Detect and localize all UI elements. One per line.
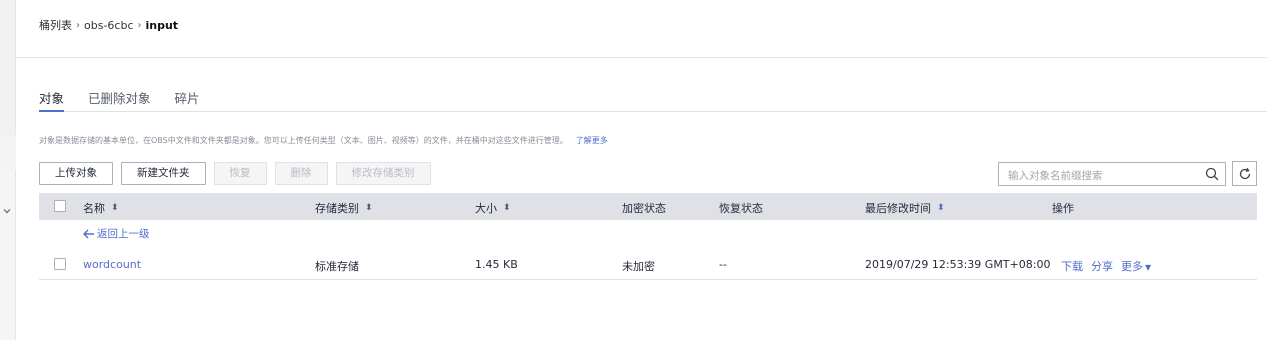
tab-deleted-objects[interactable]: 已删除对象 (88, 88, 151, 111)
search-icon[interactable] (1205, 167, 1219, 181)
sidebar-segment (0, 0, 16, 135)
column-last-modified[interactable]: 最后修改时间 ⬍ (865, 200, 945, 216)
search-placeholder: 输入对象名前缀搜索 (1008, 170, 1103, 182)
storage-class-cell: 标准存储 (315, 260, 359, 273)
header-divider (16, 57, 1267, 58)
delete-button[interactable]: 删除 (274, 162, 328, 185)
restore-status-cell: -- (719, 258, 727, 271)
refresh-icon (1239, 167, 1251, 180)
restore-button[interactable]: 恢复 (213, 162, 267, 185)
chevron-down-icon[interactable] (1, 205, 13, 217)
tab-fragments[interactable]: 碎片 (175, 88, 200, 111)
sort-icon[interactable]: ⬍ (111, 203, 119, 213)
select-all-checkbox[interactable] (54, 200, 66, 212)
encryption-cell: 未加密 (622, 260, 655, 273)
new-folder-button[interactable]: 新建文件夹 (121, 162, 206, 185)
refresh-button[interactable] (1232, 161, 1257, 186)
breadcrumb-separator-icon: › (137, 19, 142, 31)
tab-objects[interactable]: 对象 (39, 88, 65, 112)
caret-down-icon: ▼ (1145, 263, 1152, 272)
object-name-link[interactable]: wordcount (83, 258, 141, 271)
column-size-label: 大小 (475, 202, 497, 215)
column-encryption-label: 加密状态 (622, 202, 666, 215)
upload-object-button[interactable]: 上传对象 (39, 162, 113, 185)
description-text: 对象是数据存储的基本单位，在OBS中文件和文件夹都是对象。您可以上传任何类型（文… (39, 136, 568, 145)
object-tabs: 对象 已删除对象 碎片 (39, 88, 1267, 112)
column-name-label: 名称 (83, 202, 105, 215)
sidebar-segment (0, 170, 16, 340)
column-restore-status: 恢复状态 (719, 200, 763, 216)
more-label: 更多 (1121, 260, 1143, 273)
column-storage-class[interactable]: 存储类别 ⬍ (315, 200, 373, 216)
table-header: 名称 ⬍ 存储类别 ⬍ 大小 ⬍ 加密状态 恢复状态 最后修改时间 ⬍ 操作 (39, 193, 1257, 220)
column-name[interactable]: 名称 ⬍ (83, 200, 119, 216)
toolbar: 上传对象 新建文件夹 恢复 删除 修改存储类别 (39, 162, 439, 186)
row-actions: 下载 分享 更多 ▼ (1061, 258, 1151, 274)
breadcrumb-current: input (145, 18, 179, 32)
row-checkbox[interactable] (54, 258, 66, 270)
column-modified-label: 最后修改时间 (865, 202, 931, 215)
page-description: 对象是数据存储的基本单位，在OBS中文件和文件夹都是对象。您可以上传任何类型（文… (39, 135, 608, 146)
left-sidebar-strip (0, 0, 16, 340)
breadcrumb-bucket-list[interactable]: 桶列表 (39, 17, 72, 33)
column-actions: 操作 (1052, 200, 1074, 216)
breadcrumb: 桶列表 › obs-6cbc › input (39, 17, 178, 33)
back-to-parent-link[interactable]: 返回上一级 (83, 226, 150, 241)
share-link[interactable]: 分享 (1091, 258, 1113, 274)
change-storage-class-button[interactable]: 修改存储类别 (335, 162, 431, 185)
last-modified-cell: 2019/07/29 12:53:39 GMT+08:00 (865, 258, 1051, 271)
back-link-label: 返回上一级 (97, 228, 150, 240)
column-encryption: 加密状态 (622, 200, 666, 216)
table-row: wordcount 标准存储 1.45 KB 未加密 -- 2019/07/29… (39, 249, 1257, 280)
download-link[interactable]: 下载 (1061, 258, 1083, 274)
sort-icon[interactable]: ⬍ (365, 203, 373, 213)
search-input[interactable]: 输入对象名前缀搜索 (998, 162, 1226, 186)
column-size[interactable]: 大小 ⬍ (475, 200, 511, 216)
column-restore-label: 恢复状态 (719, 202, 763, 215)
sort-icon[interactable]: ⬍ (937, 203, 945, 213)
learn-more-link[interactable]: 了解更多 (576, 136, 608, 145)
more-dropdown[interactable]: 更多 ▼ (1121, 258, 1151, 274)
sort-icon[interactable]: ⬍ (503, 203, 511, 213)
back-arrow-icon (83, 229, 94, 238)
size-cell: 1.45 KB (475, 258, 518, 271)
column-actions-label: 操作 (1052, 202, 1074, 215)
breadcrumb-separator-icon: › (76, 19, 80, 31)
column-storage-label: 存储类别 (315, 202, 359, 215)
breadcrumb-bucket[interactable]: obs-6cbc (84, 19, 134, 32)
